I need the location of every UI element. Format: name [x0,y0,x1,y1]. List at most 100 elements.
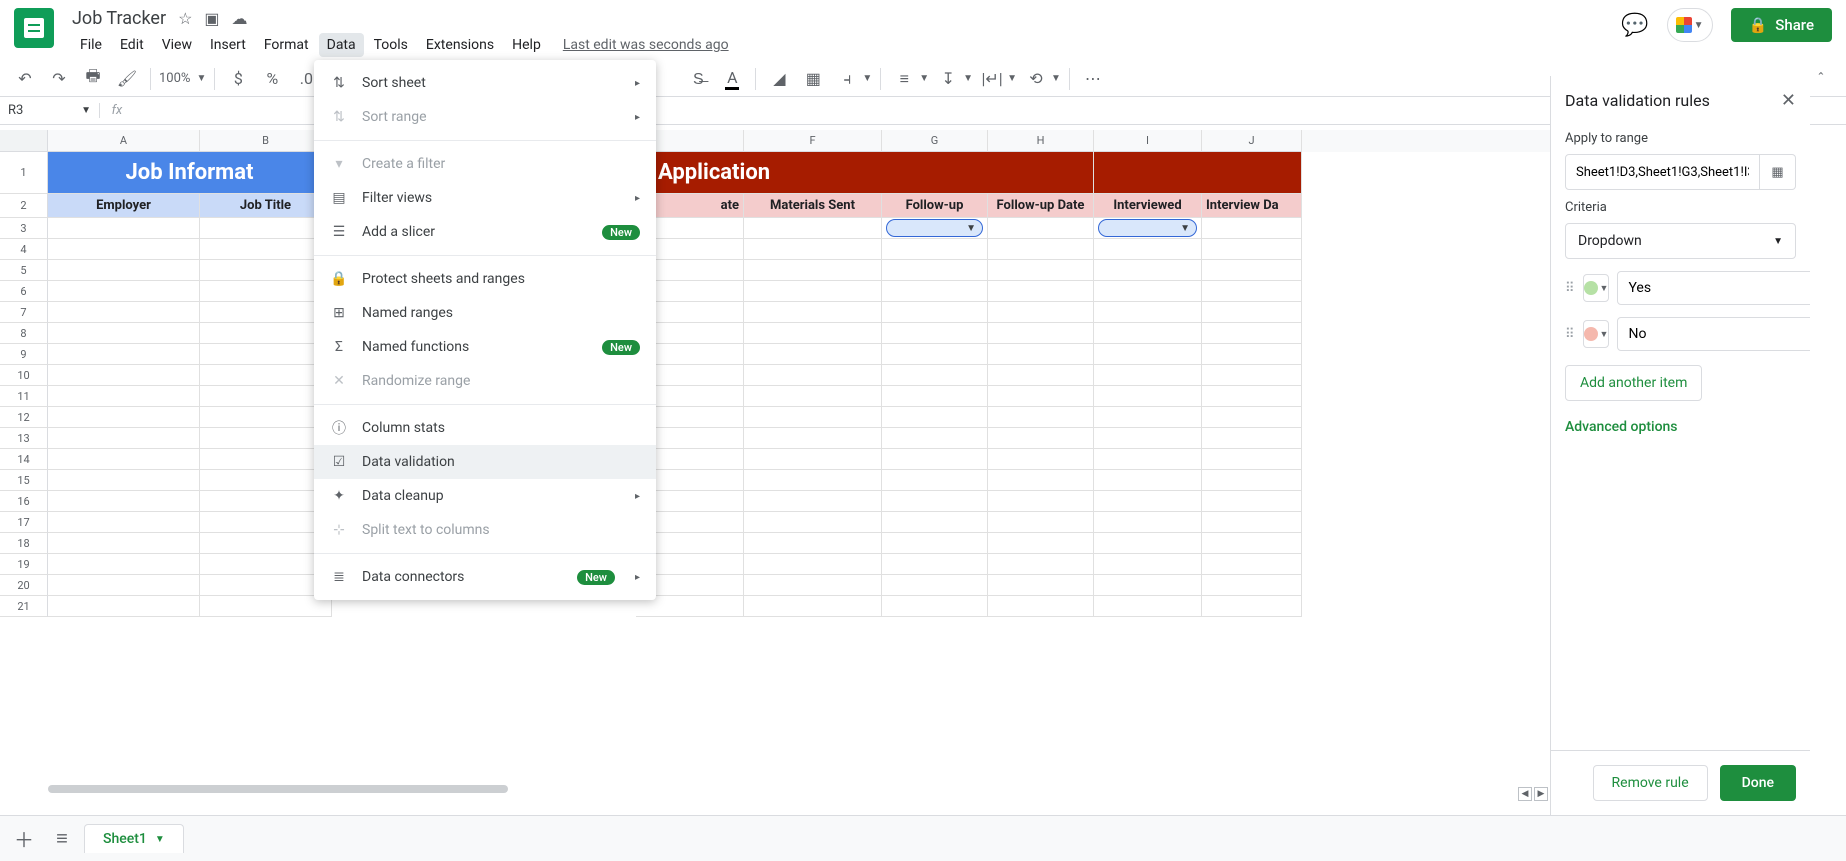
cell[interactable] [882,302,988,323]
cell[interactable] [200,491,332,512]
col-header[interactable]: A [48,130,200,152]
cell-dropdown[interactable]: ▼ [882,218,988,239]
doc-title[interactable]: Job Tracker [72,8,166,29]
cell[interactable] [48,218,200,239]
done-button[interactable]: Done [1720,765,1796,801]
cell[interactable] [1094,554,1202,575]
cell[interactable] [1202,407,1302,428]
cell[interactable] [744,554,882,575]
cell[interactable] [200,302,332,323]
cell[interactable] [200,575,332,596]
star-icon[interactable]: ☆ [178,9,192,28]
cell[interactable] [882,575,988,596]
horizontal-scrollbar[interactable] [0,785,1516,799]
cell[interactable] [744,596,882,617]
menu-data-connectors[interactable]: ≣Data connectorsNew▸ [314,560,656,594]
header-materials[interactable]: Materials Sent [744,194,882,218]
cell[interactable] [1202,344,1302,365]
advanced-options-link[interactable]: Advanced options [1565,419,1796,435]
col-header[interactable]: I [1094,130,1202,152]
row-header[interactable]: 16 [0,491,48,512]
close-icon[interactable]: ✕ [1781,90,1796,111]
scroll-right-button[interactable]: ▶ [1534,787,1548,801]
cell[interactable] [200,344,332,365]
cell[interactable] [988,554,1094,575]
cell[interactable] [48,575,200,596]
cell[interactable] [200,449,332,470]
rotate-button[interactable]: ⟲ [1021,64,1051,94]
row-header[interactable]: 19 [0,554,48,575]
cell[interactable] [882,260,988,281]
cell[interactable] [744,386,882,407]
cell[interactable] [744,449,882,470]
comments-icon[interactable]: 💬 [1621,13,1648,38]
strike-button[interactable]: S̶ [683,64,713,94]
cell[interactable] [200,512,332,533]
cell[interactable] [1094,365,1202,386]
cell[interactable] [988,344,1094,365]
cell[interactable] [200,218,332,239]
cell[interactable] [882,365,988,386]
cell[interactable] [988,596,1094,617]
cell[interactable] [1202,218,1302,239]
menu-edit[interactable]: Edit [112,33,152,57]
meet-button[interactable]: ▼ [1667,8,1713,42]
cell[interactable] [1094,386,1202,407]
cell[interactable] [48,260,200,281]
cell[interactable] [988,302,1094,323]
cell[interactable] [988,575,1094,596]
cell[interactable] [48,491,200,512]
range-input[interactable] [1565,154,1760,190]
cell[interactable] [48,407,200,428]
cell[interactable] [200,596,332,617]
menu-view[interactable]: View [154,33,200,57]
cell[interactable] [988,218,1094,239]
row-header[interactable]: 9 [0,344,48,365]
menu-format[interactable]: Format [256,33,317,57]
cell[interactable] [200,470,332,491]
cell[interactable] [1094,302,1202,323]
cell[interactable] [200,407,332,428]
cloud-icon[interactable]: ☁ [232,9,248,28]
menu-extensions[interactable]: Extensions [418,33,502,57]
option-color-select[interactable]: ▼ [1583,320,1610,348]
option-value-input[interactable] [1617,317,1810,351]
row-header[interactable]: 12 [0,407,48,428]
cell[interactable] [744,428,882,449]
row-header[interactable]: 2 [0,194,48,218]
cell[interactable] [988,512,1094,533]
drag-handle-icon[interactable]: ⠿ [1565,281,1575,296]
cell[interactable] [882,554,988,575]
cell[interactable] [200,260,332,281]
cell[interactable] [988,407,1094,428]
cell[interactable] [48,554,200,575]
redo-button[interactable]: ↷ [44,64,74,94]
cell[interactable] [744,239,882,260]
cell[interactable] [744,491,882,512]
h-align-button[interactable]: ≡ [889,64,919,94]
cell[interactable] [48,386,200,407]
cell[interactable] [882,470,988,491]
menu-named-functions[interactable]: ΣNamed functionsNew [314,330,656,364]
cell[interactable] [744,512,882,533]
cell[interactable] [200,428,332,449]
cell[interactable] [1094,323,1202,344]
cell[interactable] [988,281,1094,302]
cell[interactable] [48,470,200,491]
menu-insert[interactable]: Insert [202,33,254,57]
cell[interactable] [200,323,332,344]
cell[interactable] [882,281,988,302]
cell[interactable] [200,281,332,302]
header-interviewed[interactable]: Interviewed [1094,194,1202,218]
header-followup-date[interactable]: Follow-up Date [988,194,1094,218]
row-header[interactable]: 17 [0,512,48,533]
menu-protect[interactable]: 🔒Protect sheets and ranges [314,262,656,296]
cell[interactable] [882,386,988,407]
cell[interactable] [882,512,988,533]
cell[interactable] [744,323,882,344]
cell[interactable] [744,533,882,554]
row-header[interactable]: 7 [0,302,48,323]
cell[interactable] [882,596,988,617]
cell[interactable] [988,260,1094,281]
borders-button[interactable]: ▦ [798,64,828,94]
